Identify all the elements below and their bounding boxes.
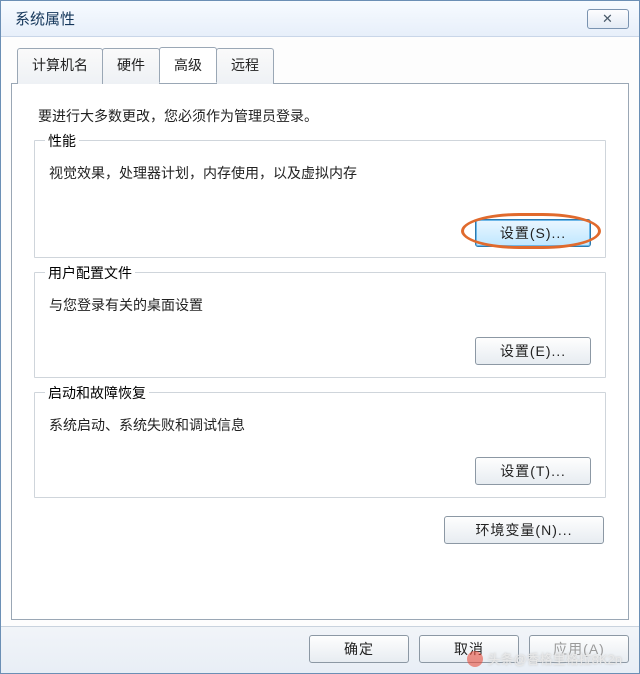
window-title: 系统属性 [15, 8, 587, 29]
close-icon[interactable]: ✕ [587, 9, 629, 29]
tab-strip: 计算机名 硬件 高级 远程 [7, 47, 633, 83]
titlebar: 系统属性 ✕ [1, 1, 639, 37]
group-performance-legend: 性能 [45, 131, 79, 151]
startup-recovery-settings-button[interactable]: 设置(T)... [475, 457, 591, 485]
dialog-body: 计算机名 硬件 高级 远程 要进行大多数更改，您必须作为管理员登录。 性能 视觉… [1, 37, 639, 626]
cancel-button[interactable]: 取消 [419, 635, 519, 663]
tab-remote[interactable]: 远程 [216, 48, 274, 84]
admin-note: 要进行大多数更改，您必须作为管理员登录。 [38, 106, 604, 126]
environment-variables-button[interactable]: 环境变量(N)... [444, 516, 604, 544]
system-properties-window: 系统属性 ✕ 计算机名 硬件 高级 远程 要进行大多数更改，您必须作为管理员登录… [0, 0, 640, 674]
apply-button[interactable]: 应用(A) [529, 635, 629, 663]
tab-computer-name[interactable]: 计算机名 [17, 48, 103, 84]
group-performance-desc: 视觉效果，处理器计划，内存使用，以及虚拟内存 [49, 163, 591, 183]
user-profiles-settings-button[interactable]: 设置(E)... [475, 337, 591, 365]
group-startup-recovery-legend: 启动和故障恢复 [45, 383, 149, 403]
tab-hardware[interactable]: 硬件 [102, 48, 160, 84]
group-user-profiles: 用户配置文件 与您登录有关的桌面设置 设置(E)... [34, 272, 606, 378]
tab-advanced[interactable]: 高级 [159, 47, 217, 83]
performance-settings-button[interactable]: 设置(S)... [475, 219, 591, 247]
ok-button[interactable]: 确定 [309, 635, 409, 663]
group-startup-recovery: 启动和故障恢复 系统启动、系统失败和调试信息 设置(T)... [34, 392, 606, 498]
group-user-profiles-legend: 用户配置文件 [45, 263, 135, 283]
group-user-profiles-desc: 与您登录有关的桌面设置 [49, 295, 591, 315]
group-performance: 性能 视觉效果，处理器计划，内存使用，以及虚拟内存 设置(S)... [34, 140, 606, 258]
tab-panel-advanced: 要进行大多数更改，您必须作为管理员登录。 性能 视觉效果，处理器计划，内存使用，… [11, 83, 629, 620]
group-startup-recovery-desc: 系统启动、系统失败和调试信息 [49, 415, 591, 435]
dialog-buttons: 确定 取消 应用(A) [1, 626, 639, 673]
